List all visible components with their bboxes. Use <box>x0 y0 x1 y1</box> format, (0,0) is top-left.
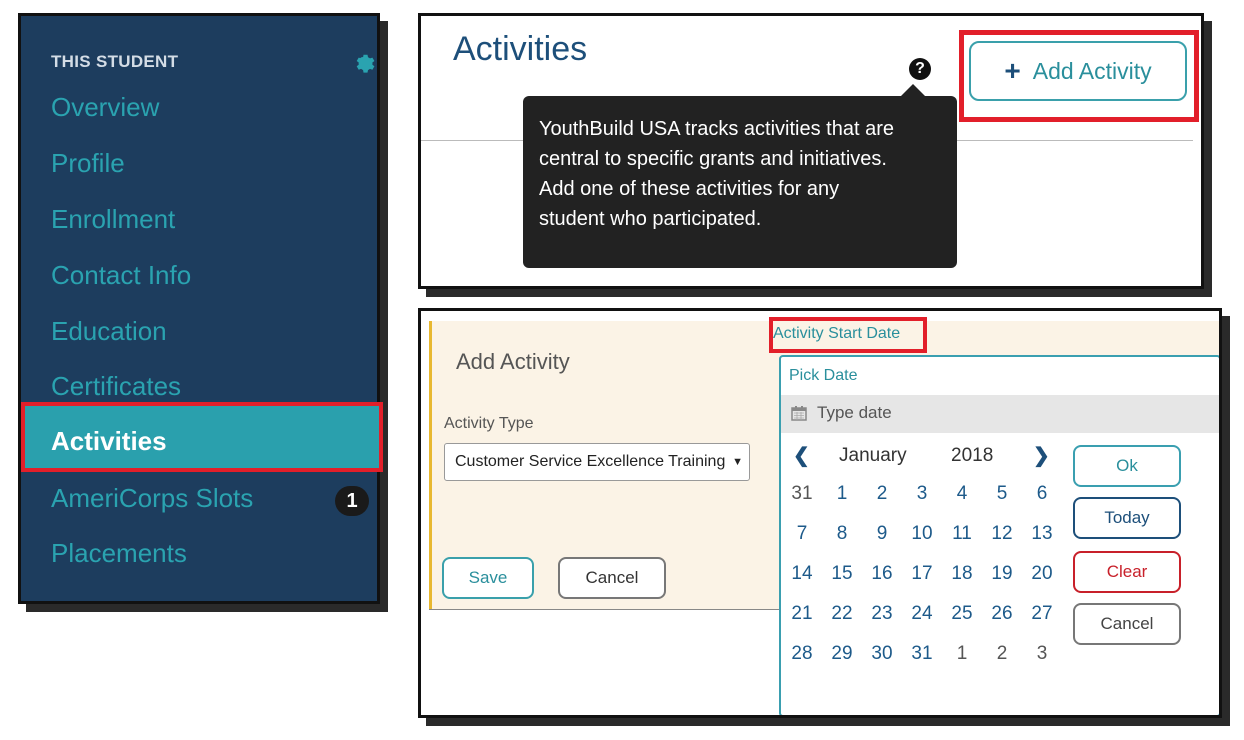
calendar-day[interactable]: 2 <box>987 643 1017 665</box>
help-icon[interactable]: ? <box>909 58 931 80</box>
sidebar-item-contact-info[interactable]: Contact Info <box>51 260 191 291</box>
activity-type-label: Activity Type <box>444 415 534 432</box>
gear-icon[interactable] <box>351 49 375 73</box>
calendar-day[interactable]: 25 <box>947 603 977 625</box>
tooltip-arrow <box>901 84 925 96</box>
ok-button[interactable]: Ok <box>1073 445 1181 487</box>
date-input-placeholder: Type date <box>817 403 892 422</box>
next-month-icon[interactable]: ❯ <box>1033 443 1050 468</box>
add-activity-label: Add Activity <box>1032 57 1152 84</box>
calendar-day[interactable]: 30 <box>867 643 897 665</box>
calendar-day[interactable]: 29 <box>827 643 857 665</box>
activities-header-panel: Activities ? + Add Activity YouthBuild U… <box>418 13 1204 289</box>
plus-icon: + <box>1004 55 1021 86</box>
month-label[interactable]: January <box>839 445 907 467</box>
calendar-day[interactable]: 31 <box>907 643 937 665</box>
sidebar-item-profile[interactable]: Profile <box>51 148 125 179</box>
activity-type-select[interactable]: Customer Service Excellence Training ▼ <box>444 443 750 481</box>
calendar-day[interactable]: 4 <box>947 483 977 505</box>
calendar-day[interactable]: 24 <box>907 603 937 625</box>
student-sidebar: THIS STUDENT Overview Profile Enrollment… <box>18 13 383 604</box>
callout-highlight-box <box>769 317 927 353</box>
sidebar-item-americorps-slots[interactable]: AmeriCorps Slots <box>51 483 253 514</box>
activity-type-value: Customer Service Excellence Training <box>455 453 726 470</box>
tooltip-line: central to specific grants and initiativ… <box>539 148 887 170</box>
sidebar-item-placements[interactable]: Placements <box>51 538 187 569</box>
calendar-day[interactable]: 7 <box>787 523 817 545</box>
calendar-day[interactable]: 11 <box>947 523 977 545</box>
calendar-day[interactable]: 13 <box>1027 523 1057 545</box>
calendar-day[interactable]: 16 <box>867 563 897 585</box>
pick-date-title: Pick Date <box>789 367 858 384</box>
calendar-day[interactable]: 27 <box>1027 603 1057 625</box>
save-button[interactable]: Save <box>442 557 534 599</box>
calendar-day[interactable]: 12 <box>987 523 1017 545</box>
cancel-button[interactable]: Cancel <box>558 557 666 599</box>
help-tooltip: YouthBuild USA tracks activities that ar… <box>523 96 957 268</box>
today-button[interactable]: Today <box>1073 497 1181 539</box>
form-divider <box>429 609 789 610</box>
sidebar-item-enrollment[interactable]: Enrollment <box>51 204 175 235</box>
calendar-day[interactable]: 5 <box>987 483 1017 505</box>
calendar-day[interactable]: 2 <box>867 483 897 505</box>
date-picker: Pick Date Type date ❮ January 2018 ❯ 31 1… <box>779 355 1219 715</box>
dropdown-caret-icon: ▼ <box>732 456 743 468</box>
page-title: Activities <box>453 30 588 68</box>
calendar-day[interactable]: 28 <box>787 643 817 665</box>
clear-button[interactable]: Clear <box>1073 551 1181 593</box>
calendar-icon <box>791 406 807 421</box>
calendar-day[interactable]: 23 <box>867 603 897 625</box>
calendar-day[interactable]: 18 <box>947 563 977 585</box>
calendar-day[interactable]: 22 <box>827 603 857 625</box>
tooltip-line: student who participated. <box>539 208 762 230</box>
sidebar-item-certificates[interactable]: Certificates <box>51 371 181 402</box>
tooltip-line: YouthBuild USA tracks activities that ar… <box>539 118 894 140</box>
calendar-day[interactable]: 21 <box>787 603 817 625</box>
calendar-day[interactable]: 14 <box>787 563 817 585</box>
calendar-day[interactable]: 20 <box>1027 563 1057 585</box>
calendar-day[interactable]: 3 <box>1027 643 1057 665</box>
calendar-day[interactable]: 1 <box>827 483 857 505</box>
picker-cancel-button[interactable]: Cancel <box>1073 603 1181 645</box>
count-badge: 1 <box>335 486 369 516</box>
tooltip-line: Add one of these activities for any <box>539 178 840 200</box>
calendar-day[interactable]: 15 <box>827 563 857 585</box>
add-activity-form: Add Activity Activity Type Customer Serv… <box>429 321 782 609</box>
calendar-day[interactable]: 19 <box>987 563 1017 585</box>
calendar-day[interactable]: 3 <box>907 483 937 505</box>
add-activity-panel: Add Activity Activity Type Customer Serv… <box>418 308 1222 718</box>
calendar-day[interactable]: 8 <box>827 523 857 545</box>
calendar-day[interactable]: 31 <box>787 483 817 505</box>
calendar-day[interactable]: 26 <box>987 603 1017 625</box>
add-activity-button[interactable]: + Add Activity <box>969 41 1187 101</box>
form-title: Add Activity <box>456 349 570 374</box>
sidebar-item-overview[interactable]: Overview <box>51 92 159 123</box>
sidebar-item-education[interactable]: Education <box>51 316 167 347</box>
date-input[interactable]: Type date <box>781 395 1219 433</box>
prev-month-icon[interactable]: ❮ <box>793 443 810 468</box>
year-label[interactable]: 2018 <box>951 445 993 467</box>
calendar-day[interactable]: 9 <box>867 523 897 545</box>
calendar-day[interactable]: 10 <box>907 523 937 545</box>
calendar-day[interactable]: 1 <box>947 643 977 665</box>
section-title: THIS STUDENT <box>51 52 179 71</box>
callout-highlight-box <box>21 402 383 472</box>
calendar-day[interactable]: 6 <box>1027 483 1057 505</box>
calendar-day[interactable]: 17 <box>907 563 937 585</box>
